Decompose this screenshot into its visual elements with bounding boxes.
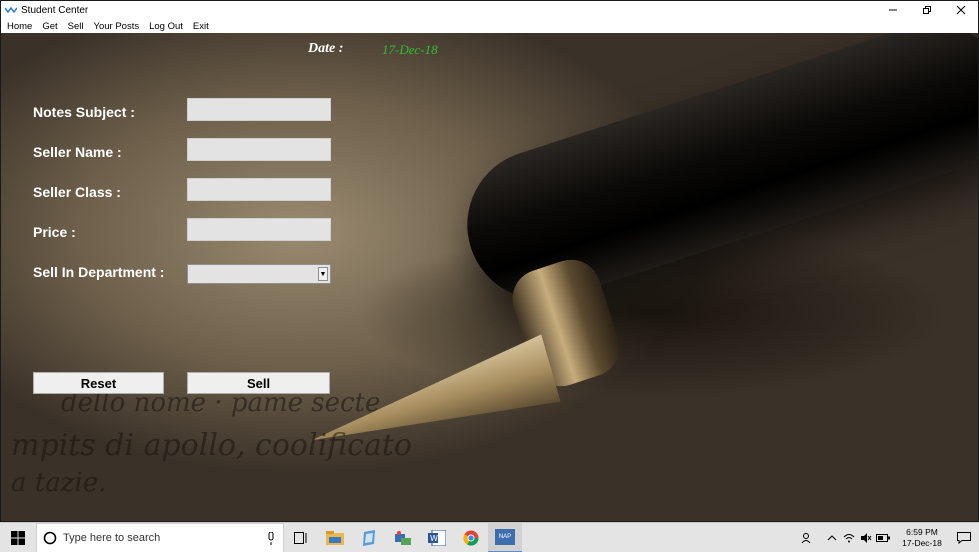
- background-handwriting: a tazie.: [11, 468, 107, 498]
- notes-subject-label: Notes Subject :: [33, 104, 135, 120]
- department-select[interactable]: ▼: [187, 264, 331, 284]
- reset-button[interactable]: Reset: [33, 372, 164, 394]
- chrome-icon[interactable]: [454, 523, 488, 552]
- menu-exit[interactable]: Exit: [193, 21, 209, 32]
- battery-icon[interactable]: [874, 523, 891, 552]
- taskbar-clock[interactable]: 6:59 PM 17-Dec-18: [895, 527, 949, 549]
- window-controls: [876, 1, 978, 19]
- microphone-icon[interactable]: [267, 531, 275, 546]
- task-view-icon[interactable]: [284, 523, 318, 552]
- close-button[interactable]: [944, 1, 978, 19]
- system-tray: 6:59 PM 17-Dec-18: [798, 523, 979, 552]
- sell-form-panel: dello nome · pame secte mpits di apollo,…: [1, 33, 978, 521]
- date-value: 17-Dec-18: [382, 42, 438, 57]
- menu-log-out[interactable]: Log Out: [149, 21, 183, 32]
- seller-name-label: Seller Name :: [33, 144, 122, 160]
- cortana-icon: [43, 531, 57, 544]
- chevron-down-icon[interactable]: ▼: [318, 267, 328, 281]
- menu-bar: Home Get Sell Your Posts Log Out Exit: [1, 19, 978, 33]
- department-selected-value: [188, 269, 192, 281]
- date-label: Date :: [308, 41, 344, 56]
- nap-app-icon[interactable]: NAP: [488, 522, 522, 552]
- show-hidden-icons-chevron-up-icon[interactable]: [823, 523, 840, 552]
- notepad-app-icon[interactable]: [352, 523, 386, 552]
- wifi-icon[interactable]: [840, 523, 857, 552]
- seller-class-label: Seller Class :: [33, 184, 121, 200]
- file-explorer-icon[interactable]: [318, 523, 352, 552]
- notes-subject-input[interactable]: [187, 98, 331, 121]
- taskbar: Type here to search W NAP 6:59 PM 17-Dec…: [0, 522, 979, 552]
- taskbar-search-box[interactable]: Type here to search: [36, 522, 284, 552]
- svg-text:W: W: [430, 534, 438, 543]
- people-icon[interactable]: [798, 523, 815, 552]
- windows-start-icon[interactable]: [0, 523, 36, 552]
- clock-time: 6:59 PM: [906, 527, 938, 537]
- price-input[interactable]: [187, 218, 331, 241]
- menu-your-posts[interactable]: Your Posts: [94, 21, 140, 32]
- app-logo-icon: [5, 6, 17, 14]
- nap-label: NAP: [495, 528, 515, 545]
- menu-get[interactable]: Get: [42, 21, 57, 32]
- department-label: Sell In Department :: [33, 264, 165, 280]
- sell-button[interactable]: Sell: [187, 372, 330, 394]
- word-app-icon[interactable]: W: [420, 523, 454, 552]
- menu-home[interactable]: Home: [7, 21, 32, 32]
- seller-name-input[interactable]: [187, 138, 331, 161]
- restore-button[interactable]: [910, 1, 944, 19]
- price-label: Price :: [33, 224, 76, 240]
- window-title: Student Center: [21, 4, 89, 16]
- minimize-button[interactable]: [876, 1, 910, 19]
- network-app-icon[interactable]: [386, 523, 420, 552]
- volume-mute-icon[interactable]: [857, 523, 874, 552]
- seller-class-input[interactable]: [187, 178, 331, 201]
- title-bar: Student Center: [1, 1, 978, 19]
- background-handwriting: mpits di apollo, coolificato: [11, 428, 412, 463]
- search-placeholder: Type here to search: [63, 531, 161, 544]
- app-window: Student Center Home Get Sell Your Posts …: [0, 0, 979, 522]
- clock-date: 17-Dec-18: [902, 538, 942, 548]
- menu-sell[interactable]: Sell: [68, 21, 84, 32]
- action-center-icon[interactable]: [949, 523, 979, 552]
